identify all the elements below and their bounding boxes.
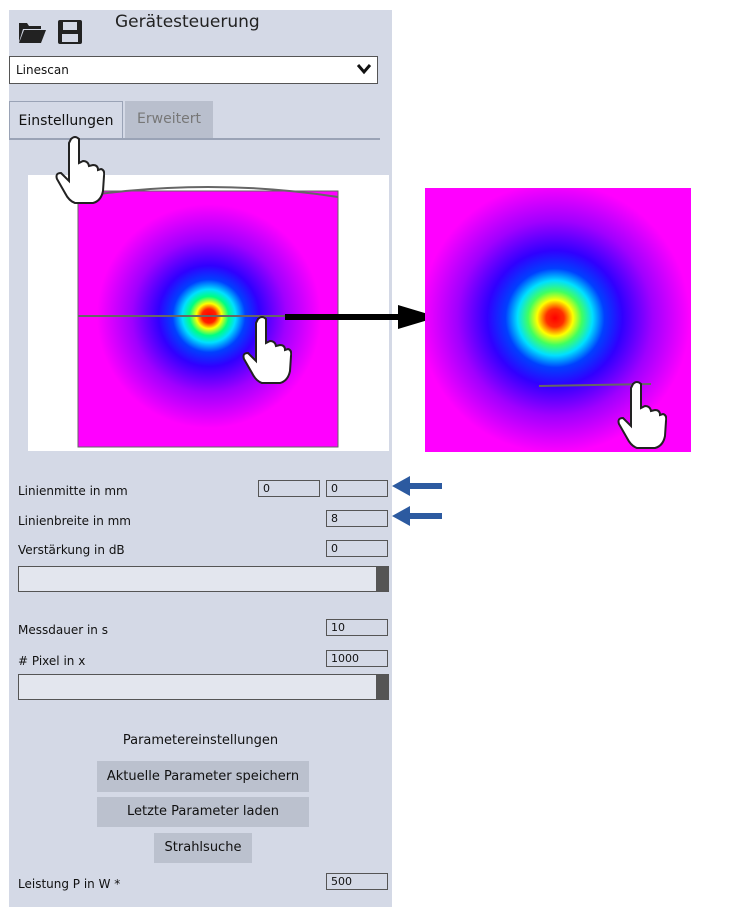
strahlsuche-button[interactable]: Strahlsuche [154, 833, 252, 863]
linienmitte-x-input[interactable]: 0 [258, 480, 320, 497]
verstaerkung-input[interactable]: 0 [326, 540, 388, 557]
pixel-label: # Pixel in x [18, 654, 86, 668]
arrow-left-icon [392, 506, 442, 526]
save-icon[interactable] [57, 19, 83, 45]
linienmitte-y-input[interactable]: 0 [326, 480, 388, 497]
tab-erweitert[interactable]: Erweitert [125, 101, 213, 138]
arrow-right-icon [285, 305, 438, 329]
hand-pointer-icon [617, 381, 667, 449]
leistung-label: Leistung P in W * [18, 877, 121, 891]
folder-open-icon[interactable] [17, 20, 47, 44]
linienmitte-label: Linienmitte in mm [18, 484, 128, 498]
leistung-input[interactable]: 500 [326, 873, 388, 890]
verstaerkung-slider[interactable] [18, 566, 389, 592]
chevron-down-icon [357, 64, 371, 75]
arrow-left-icon [392, 476, 442, 496]
save-parameters-button[interactable]: Aktuelle Parameter speichern [97, 761, 309, 792]
pixel-input[interactable]: 1000 [326, 650, 388, 667]
load-parameters-button[interactable]: Letzte Parameter laden [97, 797, 309, 827]
messdauer-label: Messdauer in s [18, 623, 108, 637]
slider-thumb[interactable] [376, 675, 388, 699]
pixel-slider[interactable] [18, 674, 389, 700]
slider-thumb[interactable] [376, 567, 388, 591]
tab-einstellungen[interactable]: Einstellungen [9, 101, 123, 139]
verstaerkung-label: Verstärkung in dB [18, 543, 125, 557]
panel-title: Gerätesteuerung [115, 12, 260, 32]
messdauer-input[interactable]: 10 [326, 619, 388, 636]
hand-pointer-icon [55, 136, 105, 204]
mode-select[interactable]: Linescan [9, 56, 378, 84]
linienbreite-label: Linienbreite in mm [18, 514, 131, 528]
parameter-section-title: Parametereinstellungen [122, 733, 279, 748]
mode-select-value: Linescan [16, 63, 69, 77]
linienbreite-input[interactable]: 8 [326, 510, 388, 527]
